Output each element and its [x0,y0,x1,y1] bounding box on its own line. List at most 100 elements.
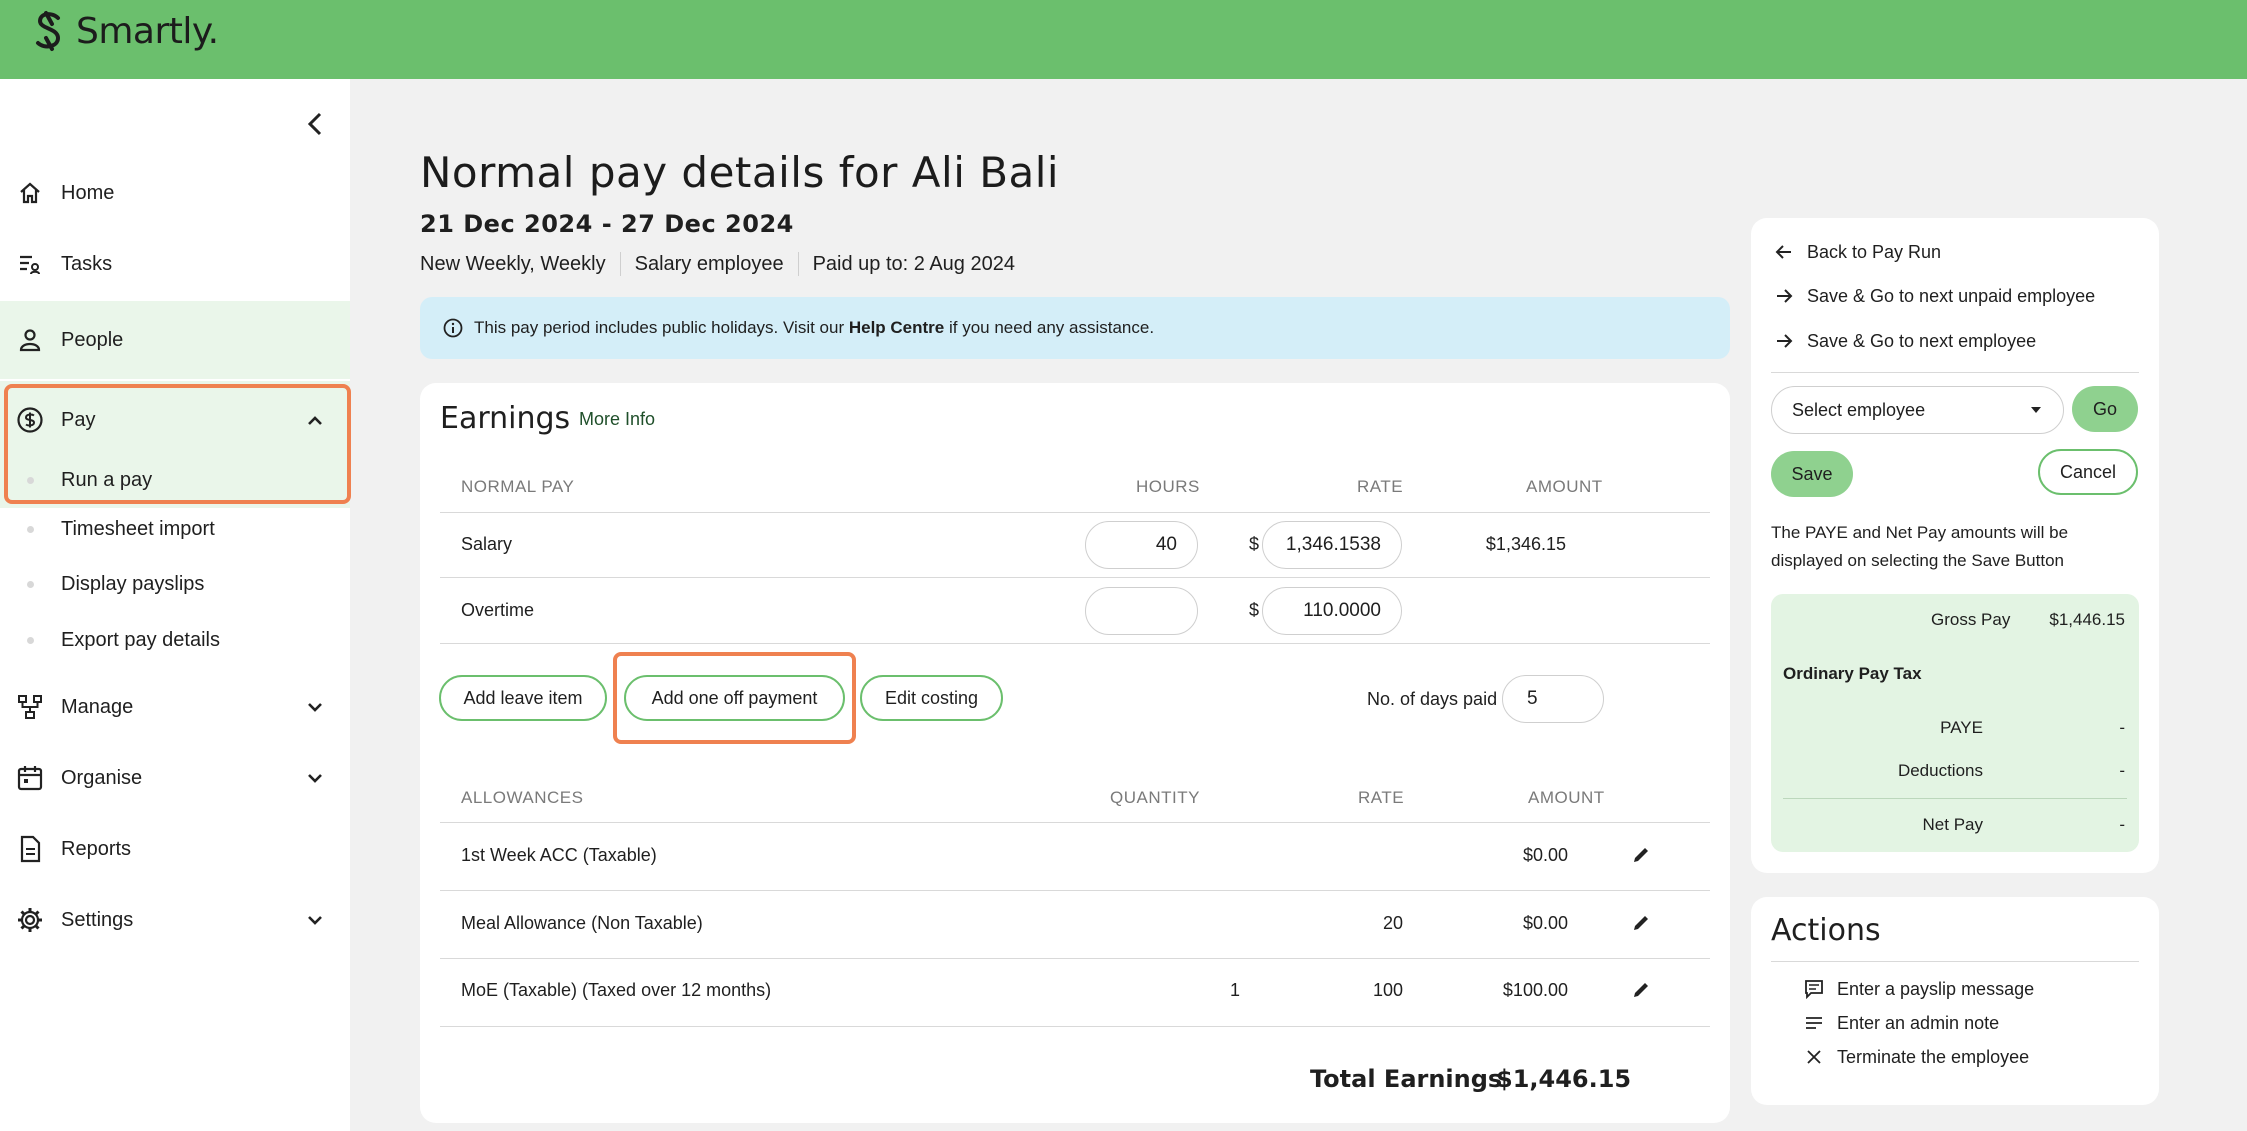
divider [1771,961,2139,962]
document-icon [16,835,44,863]
tasks-icon [16,250,44,278]
divider [619,252,621,276]
sidebar-item-people[interactable]: People [0,301,350,379]
sidebar-item-tasks[interactable]: Tasks [0,234,350,294]
notes-icon [1803,1012,1825,1034]
side-link-label: Back to Pay Run [1807,241,1942,262]
sidebar-item-settings[interactable]: Settings [0,890,350,950]
sidebar-subitem-timesheet-import[interactable]: Timesheet import [0,505,350,553]
deductions-value: - [2119,761,2125,780]
gear-icon [16,906,44,934]
cancel-button[interactable]: Cancel [2038,449,2138,495]
save-button[interactable]: Save [1771,451,1853,497]
overtime-rate-input[interactable]: 110.0000 [1262,587,1402,635]
smartly-logo[interactable]: Smartly. [32,6,219,56]
salary-hours-input[interactable]: 40 [1085,521,1198,569]
enter-payslip-message-action[interactable]: Enter a payslip message [1803,976,2034,1002]
overtime-hours-input[interactable] [1085,587,1198,635]
bullet-dot [27,476,34,484]
sidebar-item-home[interactable]: Home [0,163,350,223]
days-paid-label: No. of days paid [1367,689,1498,709]
rate-header: RATE [1358,788,1405,807]
pay-frequency: New Weekly, Weekly [420,252,606,275]
allowance-rate: 100 [1372,980,1403,1000]
chevron-up-icon [302,407,328,433]
back-to-pay-run-link[interactable]: Back to Pay Run [1773,237,1941,267]
amount-header: AMOUNT [1528,788,1605,807]
chevron-down-icon [302,694,328,720]
select-employee-dropdown[interactable]: Select employee [1771,386,2064,434]
sidebar-item-reports[interactable]: Reports [0,819,350,879]
sidebar-subitem-run-a-pay[interactable]: Run a pay [0,452,350,508]
terminate-employee-action[interactable]: Terminate the employee [1803,1044,2029,1070]
sidebar-subitem-label: Timesheet import [61,517,215,540]
save-next-unpaid-link[interactable]: Save & Go to next unpaid employee [1773,281,2095,311]
divider [440,577,1710,578]
sidebar-item-label: Settings [61,908,134,931]
add-leave-item-button[interactable]: Add leave item [439,675,607,721]
person-icon [16,326,44,354]
divider [440,890,1710,891]
action-label: Enter an admin note [1837,1012,2000,1033]
allowance-amount: $100.00 [1502,980,1568,1000]
gross-pay-label: Gross Pay [1931,610,2011,629]
pay-summary: Gross Pay $1,446.15 Ordinary Pay Tax PAY… [1771,594,2139,852]
divider [440,822,1710,823]
allowances-header: ALLOWANCES [461,788,584,807]
allowance-rate: 20 [1382,913,1403,933]
salary-label: Salary [461,534,513,554]
pencil-icon[interactable] [1630,979,1652,1001]
edit-costing-button[interactable]: Edit costing [860,675,1003,721]
chevron-left-icon [307,112,322,136]
bullet-dot [27,636,34,644]
arrow-right-icon [1773,285,1795,307]
currency-symbol: $ [1249,534,1260,554]
sidebar-item-label: Tasks [61,252,113,275]
rate-header: RATE [1357,477,1404,496]
employee-meta: New Weekly, Weekly Salary employee Paid … [420,252,1015,276]
actions-title: Actions [1771,913,1881,948]
total-earnings-label: Total Earnings [1310,1065,1503,1093]
dollar-circle-icon [16,406,44,434]
earnings-title: Earnings [440,401,571,436]
allowance-amount: $0.00 [1522,913,1568,933]
sidebar-item-manage[interactable]: Manage [0,677,350,737]
enter-admin-note-action[interactable]: Enter an admin note [1803,1010,1999,1036]
allowance-name: 1st Week ACC (Taxable) [461,845,657,865]
arrow-right-icon [1773,330,1795,352]
pencil-icon[interactable] [1630,912,1652,934]
notice-text: This pay period includes public holidays… [474,318,849,337]
app-name: Smartly. [76,10,219,52]
caret-down-icon [2031,407,2041,413]
salary-amount: $1,346.15 [1485,534,1566,554]
divider [440,1026,1710,1027]
message-icon [1803,978,1825,1000]
sidebar-subitem-export-pay-details[interactable]: Export pay details [0,616,350,664]
days-paid-input[interactable]: 5 [1502,675,1604,723]
notice-text-suffix: if you need any assistance. [944,318,1155,337]
bullet-dot [27,525,34,533]
go-button[interactable]: Go [2072,386,2138,432]
more-info-link[interactable]: More Info [579,409,655,430]
sidebar-item-label: Reports [61,837,132,860]
overtime-label: Overtime [461,600,535,620]
sidebar-item-label: Organise [61,766,143,789]
add-one-off-payment-button[interactable]: Add one off payment [624,675,845,721]
sidebar-item-organise[interactable]: Organise [0,748,350,808]
sidebar-item-label: Home [61,181,115,204]
employee-type: Salary employee [634,252,784,275]
sidebar-item-pay[interactable]: Pay [0,381,350,459]
action-label: Enter a payslip message [1837,978,2035,999]
help-centre-link[interactable]: Help Centre [849,318,944,338]
paye-value: - [2119,718,2125,737]
pencil-icon[interactable] [1630,844,1652,866]
sidebar-subitem-display-payslips[interactable]: Display payslips [0,560,350,608]
sidebar: Home Tasks People Pay Run a pay Timeshee… [0,79,351,1131]
gross-pay-value: $1,446.15 [2049,610,2125,629]
allowance-name: MoE (Taxable) (Taxed over 12 months) [461,980,772,1000]
sidebar-subitem-label: Run a pay [61,468,153,491]
divider [440,643,1710,644]
save-next-employee-link[interactable]: Save & Go to next employee [1773,326,2036,356]
collapse-sidebar-button[interactable] [300,109,330,139]
salary-rate-input[interactable]: 1,346.1538 [1262,521,1402,569]
